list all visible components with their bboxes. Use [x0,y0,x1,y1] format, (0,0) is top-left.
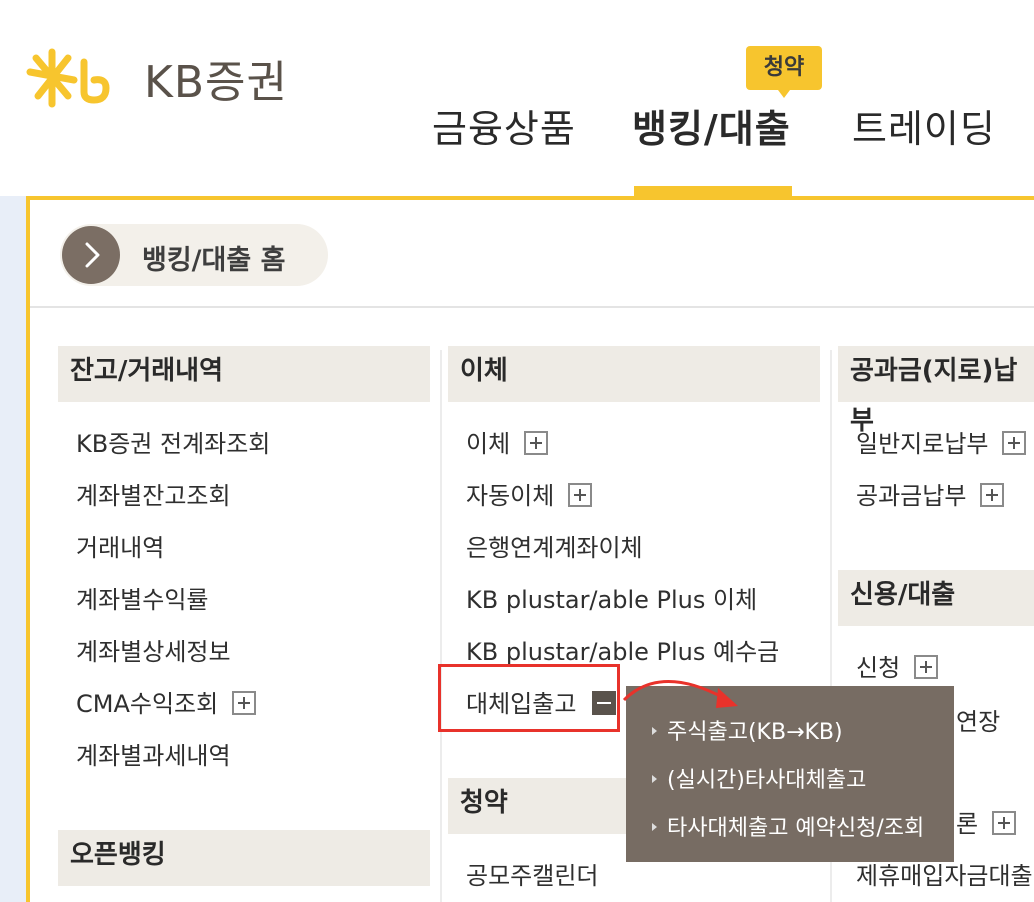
expand-plus-icon[interactable] [992,811,1017,835]
menu-all-accounts[interactable]: KB증권 전계좌조회 [76,424,270,459]
menu-giro-payment[interactable]: 일반지로납부 [856,424,1027,459]
menu-utility-payment[interactable]: 공과금납부 [856,476,1005,511]
menu-transfer[interactable]: 이체 [466,424,549,459]
submenu-item-stock-out[interactable]: 주식출고(KB→KB) [652,714,843,746]
expand-plus-icon[interactable] [980,483,1005,507]
menu-utility-payment-label: 공과금납부 [856,482,967,510]
bullet-triangle-icon [652,775,657,783]
menu-account-details[interactable]: 계좌별상세정보 [76,632,231,667]
column-divider [440,350,442,902]
panel-divider [30,306,1034,308]
logo-text: KB증권 [144,57,288,108]
menu-tax-details[interactable]: 계좌별과세내역 [76,736,231,771]
banking-home-button[interactable]: 뱅킹/대출 홈 [60,224,328,286]
banking-home-label: 뱅킹/대출 홈 [142,245,286,276]
transfer-heading: 이체 [448,346,820,402]
submenu-item-label: 주식출고(KB→KB) [667,720,843,745]
submenu-item-label: 타사대체출고 예약신청/조회 [667,816,925,841]
curved-arrow-icon [622,680,738,708]
menu-transaction-history[interactable]: 거래내역 [76,528,164,563]
bullet-triangle-icon [652,727,657,735]
menu-plustar-deposit[interactable]: KB plustar/able Plus 예수금 [466,632,779,667]
menu-plustar-transfer[interactable]: KB plustar/able Plus 이체 [466,580,757,615]
kb-logo[interactable]: KB증권 [26,44,296,108]
menu-auto-transfer[interactable]: 자동이체 [466,476,593,511]
submenu-item-realtime-out[interactable]: (실시간)타사대체출고 [652,762,866,794]
menu-cma-returns-label: CMA수익조회 [76,690,219,718]
expand-plus-icon[interactable] [1002,431,1027,455]
menu-ipo-calendar[interactable]: 공모주캘린더 [466,856,598,891]
balance-history-heading: 잔고/거래내역 [58,346,430,402]
subscription-badge[interactable]: 청약 [746,46,822,98]
menu-cma-returns[interactable]: CMA수익조회 [76,684,257,719]
submenu-item-reservation[interactable]: 타사대체출고 예약신청/조회 [652,810,924,842]
menu-loan-label: 론 [956,810,979,838]
menu-transfer-label: 이체 [466,430,511,458]
utility-payment-heading: 공과금(지로)납부 [838,346,1034,436]
nav-trading[interactable]: 트레이딩 [852,98,996,153]
expand-plus-icon[interactable] [524,431,549,455]
menu-returns-by-account[interactable]: 계좌별수익률 [76,580,208,615]
kb-star-logo-icon [26,48,110,108]
nav-active-underline [634,186,792,196]
open-banking-heading[interactable]: 오픈뱅킹 [58,830,430,886]
site-header: KB증권 청약 금융상품 뱅킹/대출 트레이딩 [0,0,1034,196]
expand-plus-icon[interactable] [568,483,593,507]
nav-financial-products[interactable]: 금융상품 [432,98,576,153]
highlight-box [438,664,620,732]
credit-loan-heading: 신용/대출 [838,570,1034,626]
menu-loan[interactable]: 론 [956,804,1017,839]
home-circle [62,226,120,284]
menu-balance-by-account[interactable]: 계좌별잔고조회 [76,476,231,511]
menu-apply-label: 신청 [856,654,901,682]
expand-plus-icon[interactable] [914,655,939,679]
menu-apply[interactable]: 신청 [856,648,939,683]
menu-bank-linked-transfer[interactable]: 은행연계계좌이체 [466,528,643,563]
menu-extend[interactable]: 연장 [956,702,1000,737]
chevron-right-icon [85,242,100,268]
bullet-triangle-icon [652,823,657,831]
submenu-item-label: (실시간)타사대체출고 [667,768,867,793]
nav-banking-loan[interactable]: 뱅킹/대출 [632,98,791,153]
menu-giro-payment-label: 일반지로납부 [856,430,989,458]
subscription-heading: 청약 [448,778,638,834]
left-gutter [0,196,26,902]
expand-plus-icon[interactable] [232,691,257,715]
menu-auto-transfer-label: 자동이체 [466,482,555,510]
